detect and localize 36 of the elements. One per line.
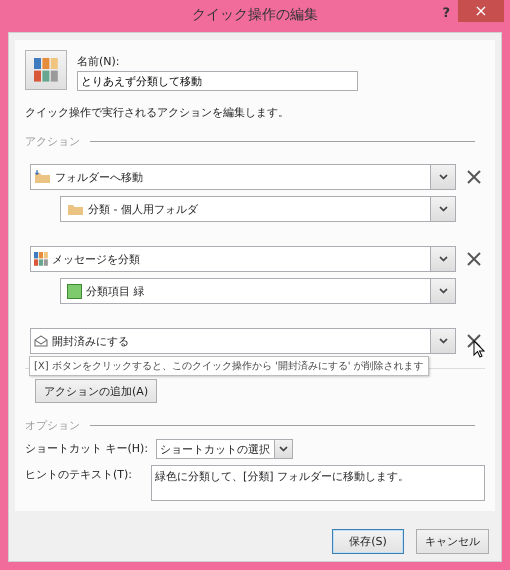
chevron-icon (438, 288, 448, 294)
group-label: アクション (25, 134, 80, 149)
remove-icon[interactable] (466, 251, 482, 267)
chevron-icon (438, 206, 448, 212)
chevron-icon (438, 174, 448, 180)
folder-icon (67, 202, 84, 216)
hint-field[interactable]: 緑色に分類して、[分類] フォルダーに移動します。 (151, 465, 485, 501)
option-dropdown[interactable]: 分類 - 個人用フォルダ (60, 196, 456, 222)
tooltip: [X] ボタンをクリックすると、このクイック操作から '開封済みにする' が削除されます (29, 356, 429, 376)
shortcut-label: ショートカット キー(H): (25, 441, 148, 457)
action-dropdown[interactable]: フォルダーへ移動 (30, 164, 456, 190)
name-label: 名前(N): (77, 54, 121, 69)
option-dropdown[interactable]: 分類項目 緑 (60, 278, 456, 304)
help-button[interactable]: ? (438, 4, 454, 23)
description-text: クイック操作で実行されるアクションを編集します。 (25, 105, 290, 120)
remove-icon[interactable] (466, 169, 482, 185)
name-field[interactable]: とりあえず分類して移動 (77, 71, 358, 91)
dialog-button[interactable]: 保存(S) (332, 529, 404, 554)
category-icon (34, 58, 58, 82)
envelope-icon (34, 335, 48, 347)
icon-picker-button[interactable] (25, 50, 67, 90)
close-button[interactable]: × (458, 0, 504, 22)
add-action-button[interactable]: アクションの追加(A) (35, 379, 158, 403)
category-icon (34, 252, 48, 266)
group-label: オプション (25, 418, 80, 433)
action-dropdown[interactable]: 開封済みにする (30, 328, 456, 354)
folder-arrow-icon (34, 170, 51, 184)
dialog-button[interactable]: キャンセル (416, 529, 489, 554)
chevron-icon (279, 446, 288, 452)
action-dropdown[interactable]: メッセージを分類 (30, 246, 456, 272)
chevron-icon (438, 256, 448, 262)
shortcut-dropdown[interactable]: ショートカットの選択 (156, 439, 294, 459)
chevron-icon (438, 338, 448, 344)
hint-label: ヒントのテキスト(T): (25, 467, 134, 483)
cursor-icon (473, 340, 485, 358)
window-title: クイック操作の編集 (192, 6, 318, 25)
